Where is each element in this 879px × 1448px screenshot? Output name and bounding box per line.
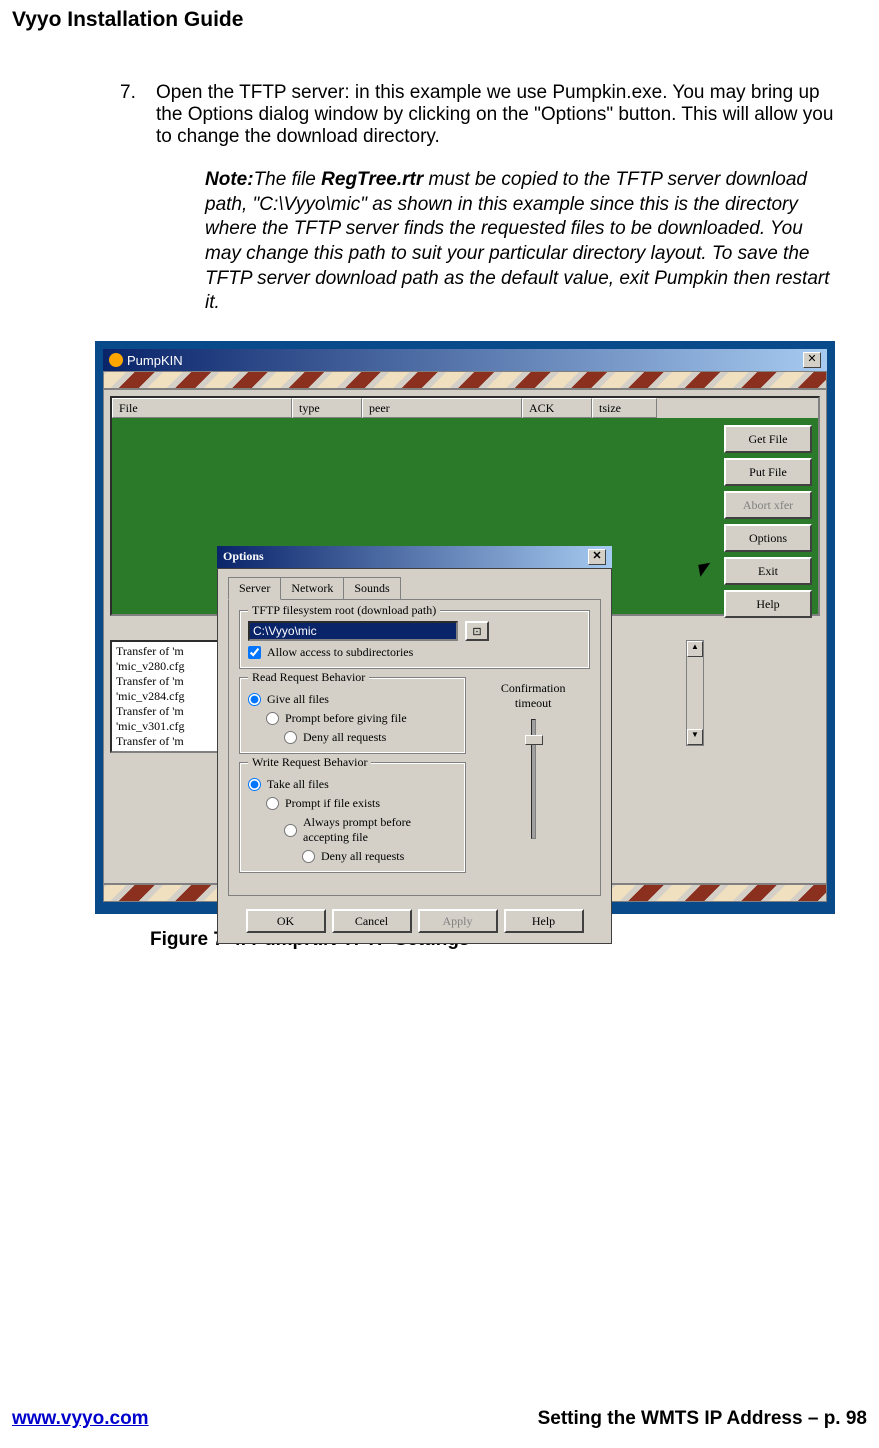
note-pre: The file: [254, 169, 322, 190]
col-tsize[interactable]: tsize: [592, 398, 657, 418]
list-header: File type peer ACK tsize: [112, 398, 818, 418]
write-deny-label: Deny all requests: [321, 849, 404, 864]
step-7: 7. Open the TFTP server: in this example…: [120, 82, 839, 148]
options-title: Options: [223, 549, 264, 565]
tab-panel-server: TFTP filesystem root (download path) ⊡ A…: [228, 599, 601, 896]
write-prompt-exists-radio[interactable]: [266, 797, 279, 810]
abort-xfer-button: Abort xfer: [724, 491, 812, 519]
write-always-prompt-label: Always prompt before accepting file: [303, 815, 457, 845]
read-request-group: Read Request Behavior Give all files Pro…: [239, 677, 466, 754]
pumpkin-title: PumpKIN: [127, 353, 183, 368]
write-prompt-exists-label: Prompt if file exists: [285, 796, 380, 811]
read-prompt-radio[interactable]: [266, 712, 279, 725]
col-ack[interactable]: ACK: [522, 398, 592, 418]
col-peer[interactable]: peer: [362, 398, 522, 418]
read-give-all-radio[interactable]: [248, 693, 261, 706]
read-deny-label: Deny all requests: [303, 730, 386, 745]
tab-sounds[interactable]: Sounds: [343, 577, 400, 600]
put-file-button[interactable]: Put File: [724, 458, 812, 486]
download-path-input[interactable]: [248, 621, 458, 641]
get-file-button[interactable]: Get File: [724, 425, 812, 453]
exit-button[interactable]: Exit: [724, 557, 812, 585]
timeout-slider[interactable]: [531, 719, 536, 839]
cancel-button[interactable]: Cancel: [332, 909, 412, 933]
note-post: must be copied to the TFTP server downlo…: [205, 169, 830, 313]
write-always-prompt-radio[interactable]: [284, 824, 297, 837]
screenshot-figure: PumpKIN ✕ File type peer ACK tsize Get F…: [95, 341, 835, 914]
note-block: Note:The file RegTree.rtr must be copied…: [120, 168, 839, 316]
options-button[interactable]: Options: [724, 524, 812, 552]
pumpkin-titlebar[interactable]: PumpKIN ✕: [103, 349, 827, 371]
confirmation-timeout: Confirmation timeout: [476, 677, 590, 881]
slider-thumb[interactable]: [525, 735, 543, 745]
page-header: Vyyo Installation Guide: [0, 0, 879, 32]
confirm-label2: timeout: [476, 696, 590, 711]
footer-section: Setting the WMTS IP Address – p. 98: [538, 1408, 867, 1430]
decorative-strip-top: [103, 371, 827, 389]
tab-server[interactable]: Server: [228, 577, 281, 600]
step-text: Open the TFTP server: in this example we…: [156, 82, 839, 148]
options-dialog: Options ✕ Server Network Sounds TFTP fil…: [217, 546, 612, 944]
pumpkin-icon: [109, 353, 123, 367]
write-request-group: Write Request Behavior Take all files Pr…: [239, 762, 466, 873]
options-titlebar[interactable]: Options ✕: [217, 546, 612, 568]
browse-button[interactable]: ⊡: [465, 621, 489, 641]
footer-url[interactable]: www.vyyo.com: [12, 1408, 149, 1430]
log-scrollbar[interactable]: ▲ ▼: [686, 640, 704, 746]
step-number: 7.: [120, 82, 144, 148]
allow-subdir-checkbox[interactable]: [248, 646, 261, 659]
apply-button: Apply: [418, 909, 498, 933]
col-file[interactable]: File: [112, 398, 292, 418]
help-button[interactable]: Help: [724, 590, 812, 618]
close-icon[interactable]: ✕: [588, 549, 606, 565]
scroll-down-icon[interactable]: ▼: [687, 729, 703, 745]
tftp-root-group: TFTP filesystem root (download path) ⊡ A…: [239, 610, 590, 669]
side-buttons: Get File Put File Abort xfer Options Exi…: [724, 425, 812, 618]
note-filename: RegTree.rtr: [321, 169, 423, 190]
col-type[interactable]: type: [292, 398, 362, 418]
ok-button[interactable]: OK: [246, 909, 326, 933]
tabs: Server Network Sounds: [228, 577, 601, 600]
content: 7. Open the TFTP server: in this example…: [0, 32, 879, 316]
help-dialog-button[interactable]: Help: [504, 909, 584, 933]
close-icon[interactable]: ✕: [803, 352, 821, 368]
write-take-all-radio[interactable]: [248, 778, 261, 791]
read-group-label: Read Request Behavior: [248, 670, 369, 685]
page-footer: www.vyyo.com Setting the WMTS IP Address…: [12, 1408, 867, 1430]
allow-subdir-label: Allow access to subdirectories: [267, 645, 413, 660]
confirm-label1: Confirmation: [476, 681, 590, 696]
read-deny-radio[interactable]: [284, 731, 297, 744]
write-deny-radio[interactable]: [302, 850, 315, 863]
scroll-up-icon[interactable]: ▲: [687, 641, 703, 657]
write-group-label: Write Request Behavior: [248, 755, 371, 770]
tab-network[interactable]: Network: [280, 577, 344, 600]
read-give-all-label: Give all files: [267, 692, 329, 707]
read-prompt-label: Prompt before giving file: [285, 711, 407, 726]
options-body: Server Network Sounds TFTP filesystem ro…: [217, 568, 612, 944]
note-label: Note:: [205, 169, 254, 190]
tftp-root-label: TFTP filesystem root (download path): [248, 603, 440, 618]
write-take-all-label: Take all files: [267, 777, 329, 792]
dialog-buttons: OK Cancel Apply Help: [228, 909, 601, 933]
